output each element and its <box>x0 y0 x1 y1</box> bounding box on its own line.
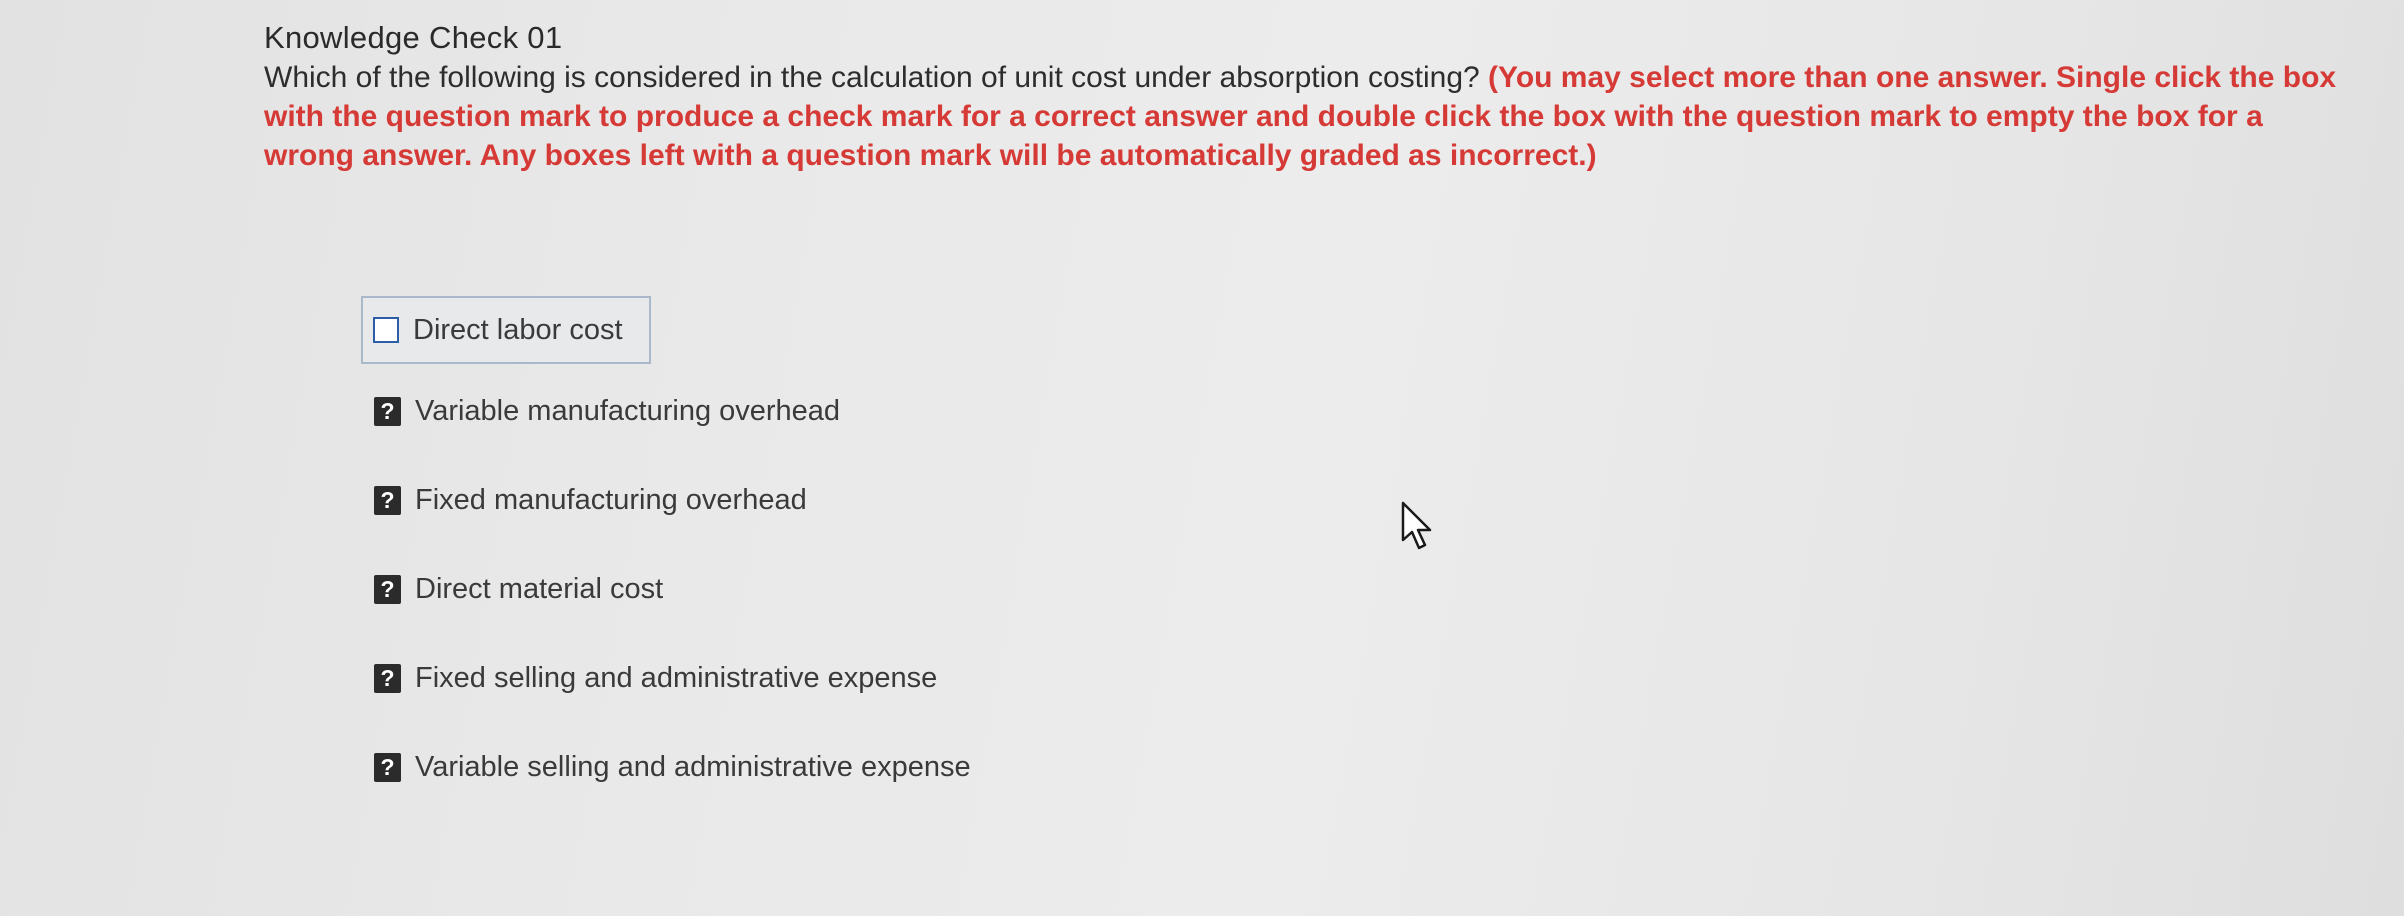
knowledge-check-page: Knowledge Check 01 Which of the followin… <box>0 0 2404 916</box>
option-fixed-manufacturing-overhead[interactable]: ? Fixed manufacturing overhead <box>362 473 971 527</box>
answer-options: Direct labor cost ? Variable manufacturi… <box>361 296 971 829</box>
question-text: Which of the following is considered in … <box>264 61 1480 94</box>
option-label: Fixed selling and administrative expense <box>415 661 938 694</box>
option-label: Direct labor cost <box>413 313 623 346</box>
option-variable-selling-admin-expense[interactable]: ? Variable selling and administrative ex… <box>362 740 971 794</box>
question-title: Knowledge Check 01 <box>264 20 563 55</box>
option-variable-manufacturing-overhead[interactable]: ? Variable manufacturing overhead <box>362 384 971 438</box>
question-mark-icon[interactable]: ? <box>374 752 401 782</box>
question-mark-icon[interactable]: ? <box>374 574 401 604</box>
option-direct-labor-cost[interactable]: Direct labor cost <box>361 296 651 364</box>
question-block: Knowledge Check 01 Which of the followin… <box>264 18 2354 175</box>
option-label: Direct material cost <box>415 572 664 605</box>
question-mark-icon[interactable]: ? <box>374 485 401 515</box>
question-mark-icon[interactable]: ? <box>374 663 401 693</box>
option-label: Fixed manufacturing overhead <box>415 483 807 516</box>
option-fixed-selling-admin-expense[interactable]: ? Fixed selling and administrative expen… <box>362 651 971 705</box>
option-label: Variable selling and administrative expe… <box>415 750 971 783</box>
option-label: Variable manufacturing overhead <box>415 394 841 427</box>
question-mark-icon[interactable]: ? <box>374 396 401 426</box>
empty-checkbox-icon[interactable] <box>373 317 399 343</box>
mouse-pointer-icon <box>1401 501 1432 550</box>
option-direct-material-cost[interactable]: ? Direct material cost <box>362 562 971 616</box>
question-prompt: Which of the following is considered in … <box>264 58 2354 175</box>
